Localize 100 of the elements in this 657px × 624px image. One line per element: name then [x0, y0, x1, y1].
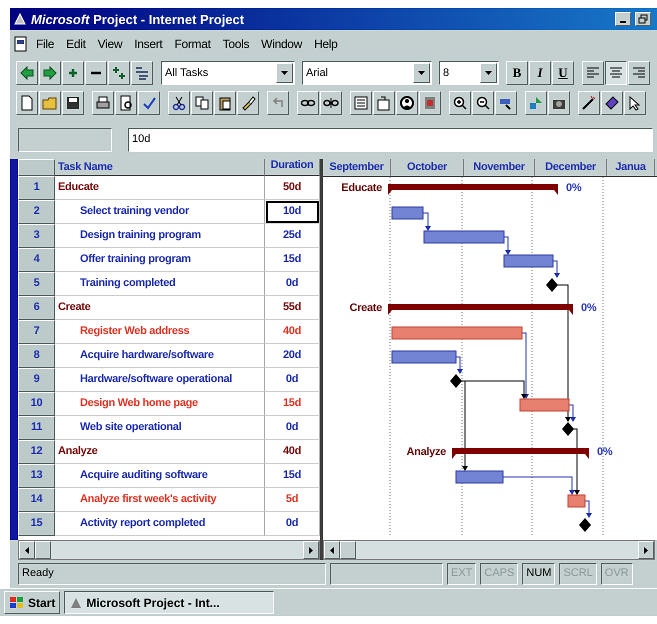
milestone-diamond[interactable]: [450, 374, 462, 388]
row-number[interactable]: 5: [18, 272, 55, 296]
bold-button[interactable]: B: [506, 60, 528, 84]
menu-item[interactable]: Format: [169, 35, 216, 53]
scroll-left-button[interactable]: [19, 541, 35, 559]
chart-icon[interactable]: [525, 90, 547, 114]
wand-icon[interactable]: [578, 90, 600, 114]
show-all-subtasks-icon[interactable]: [108, 60, 130, 84]
dropdown-arrow-icon[interactable]: [485, 70, 492, 74]
assign-resources-icon[interactable]: [396, 90, 418, 114]
horizontal-scrollbar[interactable]: [323, 540, 655, 560]
task-bar[interactable]: [392, 206, 424, 220]
scroll-thumb[interactable]: [35, 541, 51, 559]
save-icon[interactable]: [62, 90, 84, 114]
task-name-cell: Design training program: [55, 224, 265, 248]
bar-label: Educate: [341, 182, 382, 194]
minimize-button[interactable]: [615, 12, 631, 26]
unlink-icon[interactable]: [320, 90, 342, 114]
scroll-right-button[interactable]: [638, 541, 654, 559]
status-indicator: EXT: [447, 563, 476, 585]
horizontal-scrollbar[interactable]: [18, 540, 320, 560]
task-information-icon[interactable]: [350, 90, 372, 114]
zoom-out-icon[interactable]: [472, 90, 494, 114]
dropdown-arrow-icon[interactable]: [281, 70, 288, 74]
task-bar[interactable]: [504, 254, 554, 268]
show-subtasks-icon[interactable]: [62, 60, 84, 84]
menu-item[interactable]: Tools: [218, 35, 254, 53]
entry-field[interactable]: 10d: [128, 128, 653, 152]
undo-icon[interactable]: [267, 90, 289, 114]
row-number[interactable]: 4: [18, 248, 55, 272]
dropdown-arrow-icon[interactable]: [418, 70, 425, 74]
filter-dropdown[interactable]: All Tasks: [161, 60, 295, 84]
link-icon[interactable]: [297, 90, 319, 114]
open-folder-icon[interactable]: [39, 90, 61, 114]
summary-bar[interactable]: [388, 184, 558, 195]
task-bar[interactable]: [456, 470, 504, 484]
underline-button[interactable]: U: [552, 60, 574, 84]
start-button[interactable]: Start: [4, 591, 60, 614]
row-number[interactable]: 6: [18, 296, 55, 320]
print-preview-icon[interactable]: [115, 90, 137, 114]
taskbar-button[interactable]: Microsoft Project - Int...: [64, 591, 274, 614]
document-icon[interactable]: [13, 36, 29, 52]
summary-bar[interactable]: [452, 448, 589, 459]
menu-item[interactable]: File: [31, 35, 60, 53]
menu-item[interactable]: View: [92, 35, 128, 53]
format-painter-icon[interactable]: [237, 90, 259, 114]
menu-item[interactable]: Window: [256, 35, 308, 53]
scroll-thumb[interactable]: [340, 541, 356, 559]
indent-icon[interactable]: [39, 60, 61, 84]
row-number[interactable]: 10: [18, 392, 55, 416]
row-number[interactable]: 8: [18, 344, 55, 368]
font-size-dropdown[interactable]: 8: [439, 60, 499, 84]
column-header[interactable]: Duration: [265, 159, 320, 176]
paste-icon[interactable]: [214, 90, 236, 114]
task-notes-icon[interactable]: [373, 90, 395, 114]
row-number[interactable]: 14: [18, 488, 55, 512]
italic-button[interactable]: I: [529, 60, 551, 84]
spelling-check-icon[interactable]: [138, 90, 160, 114]
app-icon: [69, 596, 84, 610]
scroll-left-button[interactable]: [324, 541, 340, 559]
copy-icon[interactable]: [191, 90, 213, 114]
scroll-right-button[interactable]: [303, 541, 319, 559]
row-number[interactable]: 11: [18, 416, 55, 440]
row-number[interactable]: 12: [18, 440, 55, 464]
row-number[interactable]: 7: [18, 320, 55, 344]
menu-item[interactable]: Insert: [129, 35, 168, 53]
row-number[interactable]: 2: [18, 200, 55, 224]
task-bar[interactable]: [392, 350, 456, 364]
new-document-icon[interactable]: [16, 90, 38, 114]
column-header[interactable]: Task Name: [55, 159, 265, 176]
hide-subtasks-icon[interactable]: [85, 60, 107, 84]
go-to-task-icon[interactable]: [495, 90, 517, 114]
task-bar[interactable]: [424, 230, 504, 244]
corner-header[interactable]: [18, 159, 55, 176]
app-icon[interactable]: [13, 12, 27, 26]
milestone-diamond[interactable]: [546, 278, 558, 292]
zoom-in-icon[interactable]: [449, 90, 471, 114]
scissors-icon[interactable]: [168, 90, 190, 114]
row-number[interactable]: 13: [18, 464, 55, 488]
outdent-icon[interactable]: [16, 60, 38, 84]
row-number[interactable]: 15: [18, 512, 55, 536]
row-number[interactable]: 3: [18, 224, 55, 248]
printer-icon[interactable]: [92, 90, 114, 114]
outline-icon[interactable]: [131, 60, 153, 84]
restore-button[interactable]: [635, 12, 651, 26]
align-right-icon[interactable]: [628, 60, 650, 84]
menu-item[interactable]: Edit: [61, 35, 91, 53]
task-name-cell: Web site operational: [55, 416, 265, 440]
milestone-diamond[interactable]: [579, 518, 591, 532]
camera-icon[interactable]: [548, 90, 570, 114]
menu-item[interactable]: Help: [309, 35, 343, 53]
row-number[interactable]: 9: [18, 368, 55, 392]
summary-bar[interactable]: [388, 304, 573, 315]
align-left-icon[interactable]: [582, 60, 604, 84]
pointer-help-icon[interactable]: [624, 90, 646, 114]
task-name-cell: Training completed: [55, 272, 265, 296]
align-center-icon[interactable]: [605, 60, 627, 84]
resource-icon[interactable]: [419, 90, 441, 114]
row-number[interactable]: 1: [18, 176, 55, 200]
font-dropdown[interactable]: Arial: [302, 60, 432, 84]
